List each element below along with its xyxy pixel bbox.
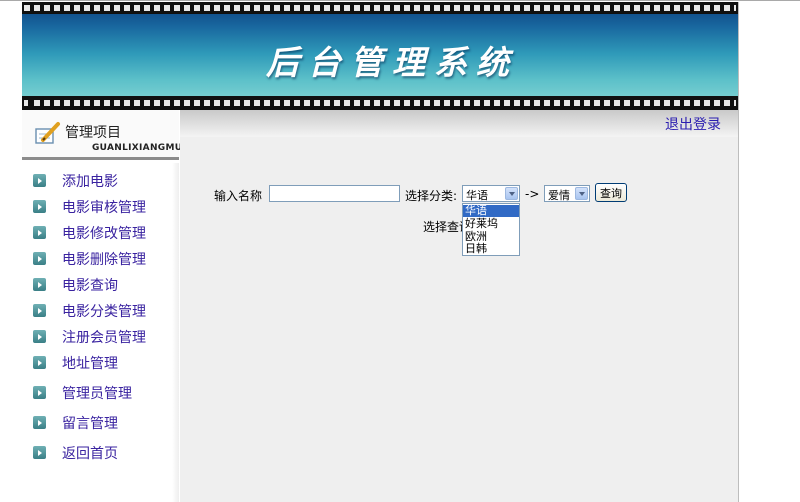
sidebar-item-movie-delete[interactable]: 电影删除管理 (33, 248, 173, 268)
subcategory-select-value: 爱情 (548, 189, 570, 202)
sidebar-item-label: 电影审核管理 (62, 200, 146, 216)
sidebar-item-label: 电影查询 (62, 278, 118, 294)
category-label: 选择分类: (405, 189, 458, 203)
sidebar-title: 管理项目 (65, 125, 121, 141)
film-strip-bottom (22, 96, 738, 110)
sidebar-item-address[interactable]: 地址管理 (33, 352, 173, 372)
main-header-bar: 退出登录 (180, 110, 738, 137)
sidebar-item-label: 电影分类管理 (62, 304, 146, 320)
sidebar-item-members[interactable]: 注册会员管理 (33, 326, 173, 346)
header-banner: 后台管理系统 (22, 2, 738, 110)
arrow-separator: -> (525, 187, 540, 201)
arrow-bullet-icon (33, 226, 46, 239)
category-dropdown-list: 华语 好莱坞 欧洲 日韩 (462, 203, 520, 256)
top-border (0, 0, 800, 1)
dropdown-option-hollywood[interactable]: 好莱坞 (463, 218, 519, 230)
arrow-bullet-icon (33, 252, 46, 265)
banner-title: 后台管理系统 (266, 43, 518, 82)
chevron-down-icon[interactable] (505, 187, 518, 200)
name-input[interactable] (269, 185, 400, 202)
sidebar-item-add-movie[interactable]: 添加电影 (33, 170, 173, 190)
sidebar-item-label: 电影修改管理 (62, 226, 146, 242)
chevron-down-icon[interactable] (575, 187, 588, 200)
sidebar-item-movie-review[interactable]: 电影审核管理 (33, 196, 173, 216)
sidebar-item-home[interactable]: 返回首页 (33, 442, 173, 462)
arrow-bullet-icon (33, 416, 46, 429)
sidebar-item-label: 地址管理 (62, 356, 118, 372)
arrow-bullet-icon (33, 278, 46, 291)
sidebar-item-label: 返回首页 (62, 446, 118, 462)
arrow-bullet-icon (33, 446, 46, 459)
sidebar: 管理项目 GUANLIXIANGMU 添加电影 电影审核管理 电影修改管理 电影… (22, 110, 183, 502)
dropdown-option-huayu[interactable]: 华语 (463, 205, 519, 217)
category-select[interactable]: 华语 (462, 185, 520, 202)
name-label: 输入名称 (214, 189, 263, 203)
sidebar-item-label: 留言管理 (62, 416, 118, 432)
arrow-bullet-icon (33, 304, 46, 317)
sidebar-item-messages[interactable]: 留言管理 (33, 412, 173, 432)
notepad-pencil-icon (35, 122, 60, 144)
query-button[interactable]: 查询 (595, 183, 627, 202)
sidebar-item-movie-category[interactable]: 电影分类管理 (33, 300, 173, 320)
sidebar-header: 管理项目 GUANLIXIANGMU (22, 110, 183, 160)
sidebar-item-admins[interactable]: 管理员管理 (33, 382, 173, 402)
dropdown-option-japan-korea[interactable]: 日韩 (463, 243, 519, 255)
right-border (738, 2, 739, 502)
arrow-bullet-icon (33, 174, 46, 187)
sidebar-item-label: 注册会员管理 (62, 330, 146, 346)
sidebar-item-label: 电影删除管理 (62, 252, 146, 268)
subcategory-select[interactable]: 爱情 (544, 185, 590, 202)
sidebar-item-label: 添加电影 (62, 174, 118, 190)
main-content: 退出登录 输入名称 选择分类: 华语 -> 爱情 查询 选择查询 华语 好莱坞 … (180, 110, 738, 502)
arrow-bullet-icon (33, 356, 46, 369)
sidebar-subtitle: GUANLIXIANGMU (92, 143, 183, 153)
category-select-value: 华语 (466, 189, 488, 202)
film-strip-top (22, 2, 738, 14)
sidebar-item-label: 管理员管理 (62, 386, 132, 402)
sidebar-item-movie-search[interactable]: 电影查询 (33, 274, 173, 294)
arrow-bullet-icon (33, 386, 46, 399)
sidebar-item-movie-edit[interactable]: 电影修改管理 (33, 222, 173, 242)
arrow-bullet-icon (33, 330, 46, 343)
arrow-bullet-icon (33, 200, 46, 213)
logout-link[interactable]: 退出登录 (665, 114, 721, 134)
